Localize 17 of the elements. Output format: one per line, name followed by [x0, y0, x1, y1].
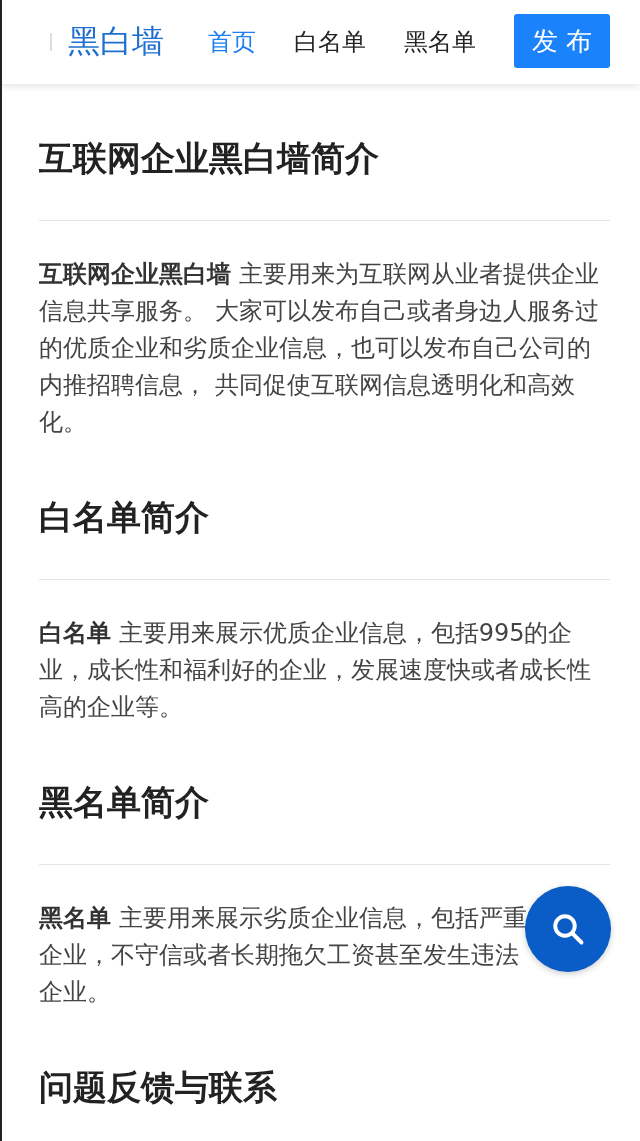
nav-link[interactable]: 黑名单	[403, 26, 476, 58]
site-logo[interactable]: 黑白墙	[67, 20, 164, 64]
section-title: 互联网企业黑白墙简介	[39, 136, 610, 221]
section-title: 白名单简介	[39, 494, 610, 580]
section-paragraph: 白名单 主要用来展示优质企业信息，包括995的企业，成长性和福利好的企业，发展速度快或者成长性高的企业等。	[39, 617, 592, 723]
paragraph-line: 企业，不守信或者长期拖欠工资甚至发生违法	[39, 939, 519, 971]
section-paragraph: 互联网企业黑白墙 主要用来为互联网从业者提供企业信息共享服务。 大家可以发布自己或者身边人服务过的优质企业和劣质企业信息，也可以发布自己公司的内推招聘信息， 共同促使互联网信息透明化和高效化。	[39, 258, 600, 438]
paragraph-line: 黑名单 主要用来展示劣质企业信息，包括严重	[39, 902, 527, 934]
search-button[interactable]	[525, 886, 611, 972]
paragraph-line: 企业。	[39, 976, 111, 1008]
search-icon	[550, 911, 586, 947]
section-title: 黑名单简介	[39, 779, 610, 865]
nav-link[interactable]: 白名单	[293, 26, 366, 58]
divider-mark	[50, 33, 52, 51]
nav-link[interactable]: 首页	[207, 26, 256, 58]
publish-button[interactable]: 发 布	[513, 14, 610, 68]
section-title: 问题反馈与联系	[39, 1064, 610, 1141]
